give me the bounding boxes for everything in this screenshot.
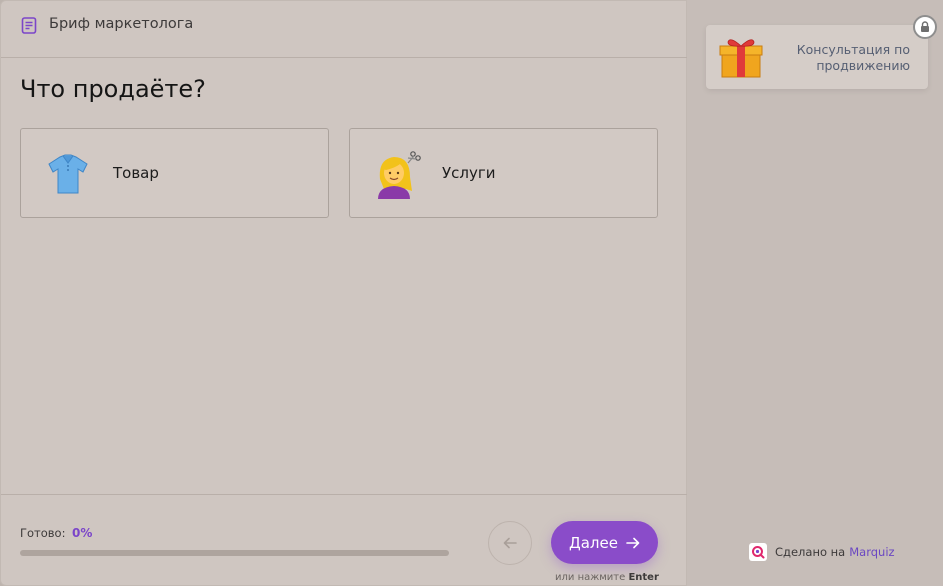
quiz-panel: Бриф маркетолога Что продаёте? Товар Усл… bbox=[0, 0, 688, 586]
arrow-left-icon bbox=[503, 537, 517, 549]
option-label: Услуги bbox=[442, 164, 496, 182]
option-label: Товар bbox=[113, 164, 159, 182]
option-product[interactable]: Товар bbox=[20, 128, 329, 218]
made-by-brand[interactable]: Marquiz bbox=[849, 545, 894, 559]
shirt-icon bbox=[48, 154, 88, 194]
next-button[interactable]: Далее bbox=[551, 521, 658, 564]
next-button-label: Далее bbox=[569, 533, 618, 552]
back-button[interactable] bbox=[488, 521, 532, 565]
promo-text: Консультация по продвижению bbox=[796, 42, 910, 73]
lock-badge bbox=[913, 15, 937, 39]
sidebar: Консультация по продвижению Сделано на M… bbox=[687, 0, 943, 586]
enter-hint-prefix: или нажмите bbox=[555, 572, 626, 583]
quiz-footer: Готово: 0% Далее или нажмите Enter bbox=[1, 494, 688, 586]
progress-label: Готово: bbox=[20, 526, 66, 540]
option-services[interactable]: Услуги bbox=[349, 128, 658, 218]
gift-icon bbox=[719, 39, 763, 78]
promo-card[interactable]: Консультация по продвижению bbox=[706, 25, 928, 89]
progress-value: 0% bbox=[72, 526, 93, 540]
made-by-prefix: Сделано на bbox=[775, 545, 846, 559]
arrow-right-icon bbox=[626, 537, 640, 548]
marquiz-logo-icon bbox=[749, 543, 767, 561]
form-icon bbox=[21, 17, 37, 34]
enter-hint: или нажмите Enter bbox=[555, 572, 659, 583]
made-by-link[interactable]: Сделано на Marquiz bbox=[749, 543, 895, 561]
question-title: Что продаёте? bbox=[20, 75, 206, 103]
quiz-header: Бриф маркетолога bbox=[1, 1, 688, 58]
hairdresser-icon bbox=[378, 151, 421, 199]
progress-bar bbox=[20, 550, 449, 556]
lock-icon bbox=[921, 21, 929, 32]
quiz-title: Бриф маркетолога bbox=[49, 16, 194, 32]
enter-hint-key: Enter bbox=[628, 572, 659, 583]
